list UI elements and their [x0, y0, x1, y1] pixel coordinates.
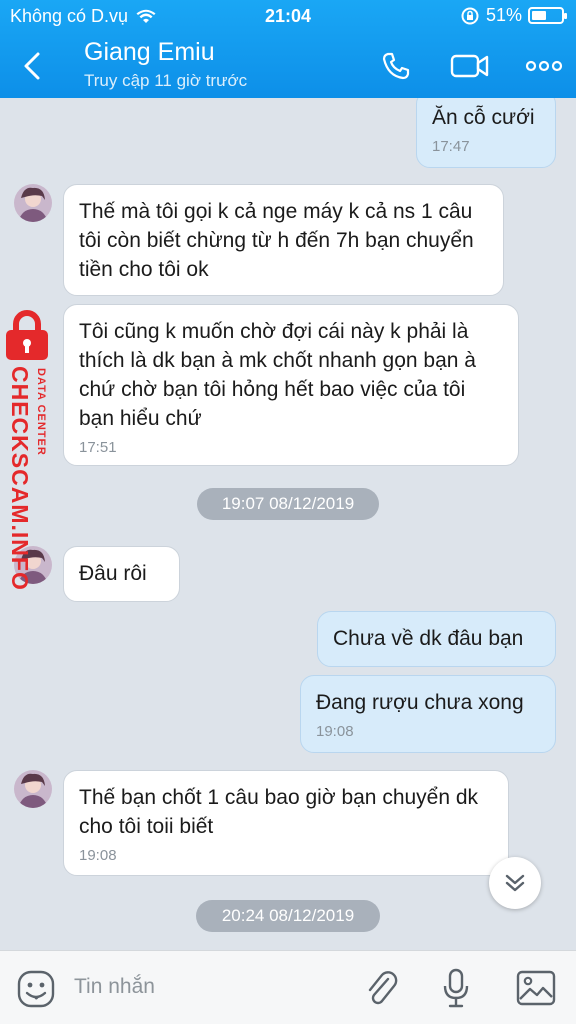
battery-percent: 51% — [485, 5, 522, 25]
status-right: 51% — [460, 5, 567, 26]
nav-row: Giang Emiu Truy cập 11 giờ trước — [0, 36, 576, 96]
message-list[interactable]: Ăn cỗ cưới 17:47 Thế mà tôi gọi k cả nge… — [0, 98, 576, 950]
battery-icon — [528, 7, 567, 24]
date-separator: 20:24 08/12/2019 — [196, 900, 380, 932]
image-icon — [516, 970, 556, 1006]
wifi-icon — [136, 9, 156, 23]
emoji-icon — [17, 970, 55, 1008]
message-text: Đâu rôi — [79, 562, 147, 585]
status-bar: Không có D.vụ 21:04 51% — [0, 0, 576, 32]
watermark-tagline: DATA CENTER — [35, 368, 47, 456]
message-text: Chưa về dk đâu bạn — [333, 627, 524, 650]
video-call-button[interactable] — [450, 46, 490, 86]
message-text: Thế bạn chốt 1 câu bao giờ bạn chuyển dk… — [79, 786, 479, 838]
back-button[interactable] — [16, 48, 48, 84]
message-time: 17:47 — [432, 138, 470, 155]
voice-button[interactable] — [440, 967, 472, 1014]
message-time: 19:08 — [316, 723, 354, 740]
battery-fill — [532, 11, 547, 20]
avatar[interactable] — [14, 770, 52, 808]
back-icon — [24, 52, 40, 80]
avatar[interactable] — [14, 184, 52, 222]
lock-icon — [6, 310, 48, 360]
message-bubble-incoming[interactable]: Thế mà tôi gọi k cả nge máy k cả ns 1 câ… — [63, 184, 504, 296]
microphone-icon — [443, 968, 469, 1008]
chevron-down-icon — [505, 874, 525, 892]
photo-button[interactable] — [515, 969, 557, 1012]
composer-bar: Tin nhắn — [0, 950, 576, 1024]
carrier-group: Không có D.vụ — [10, 6, 156, 27]
emoji-button[interactable] — [16, 969, 56, 1014]
watermark: CHECKSCAM.INFO DATA CENTER — [0, 304, 56, 594]
contact-name: Giang Emiu — [84, 38, 215, 66]
more-icon — [525, 60, 563, 72]
avatar-image — [14, 184, 52, 222]
scroll-to-bottom-button[interactable] — [489, 857, 541, 909]
message-text: Đang rượu chưa xong — [316, 691, 524, 714]
message-bubble-incoming[interactable]: Tôi cũng k muốn chờ đợi cái này k phải l… — [63, 304, 519, 466]
message-bubble-outgoing[interactable]: Đang rượu chưa xong 19:08 — [300, 675, 556, 753]
message-text: Tôi cũng k muốn chờ đợi cái này k phải l… — [79, 320, 476, 430]
carrier-label: Không có D.vụ — [10, 6, 129, 26]
contact-info[interactable]: Giang Emiu Truy cập 11 giờ trước — [84, 38, 247, 91]
date-separator: 19:07 08/12/2019 — [197, 488, 379, 520]
more-button[interactable] — [524, 46, 564, 86]
message-time: 19:08 — [79, 847, 117, 864]
message-bubble-outgoing[interactable]: Chưa về dk đâu bạn — [317, 611, 556, 667]
last-seen: Truy cập 11 giờ trước — [84, 71, 248, 90]
watermark-brand: CHECKSCAM.INFO — [7, 366, 33, 591]
phone-icon — [382, 52, 410, 80]
chat-header: Không có D.vụ 21:04 51% Giang Emiu Truy … — [0, 0, 576, 98]
message-input[interactable]: Tin nhắn — [74, 975, 155, 999]
message-time: 17:51 — [79, 439, 117, 456]
message-text: Ăn cỗ cưới — [432, 106, 535, 129]
avatar-image — [14, 770, 52, 808]
call-button[interactable] — [376, 46, 416, 86]
attach-button[interactable] — [364, 969, 400, 1014]
message-text: Thế mà tôi gọi k cả nge máy k cả ns 1 câ… — [79, 200, 474, 281]
message-bubble-incoming[interactable]: Đâu rôi — [63, 546, 180, 602]
video-call-icon — [450, 54, 489, 78]
message-bubble-incoming[interactable]: Thế bạn chốt 1 câu bao giờ bạn chuyển dk… — [63, 770, 509, 876]
message-bubble-outgoing[interactable]: Ăn cỗ cưới 17:47 — [416, 98, 556, 168]
attachment-icon — [368, 971, 398, 1005]
rotation-lock-icon — [461, 7, 479, 24]
header-actions — [376, 46, 564, 86]
